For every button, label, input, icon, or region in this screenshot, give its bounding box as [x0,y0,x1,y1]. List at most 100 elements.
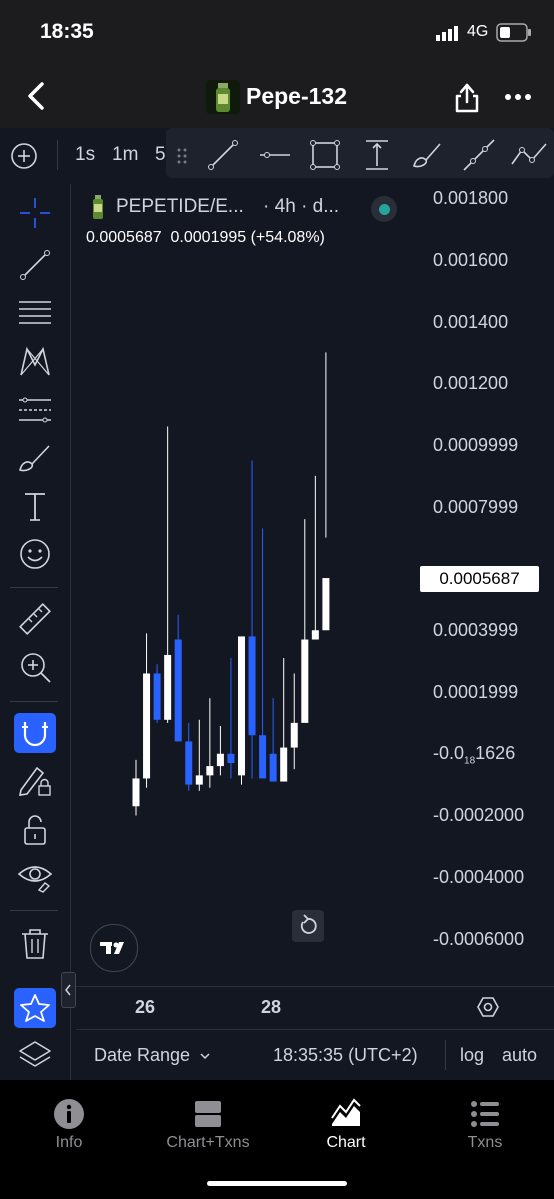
ray-icon[interactable] [462,138,496,172]
rectangle-icon[interactable] [308,138,342,172]
sidebar-divider [10,910,58,911]
log-scale-toggle[interactable]: log [460,1045,484,1066]
candle-body [153,673,161,720]
candle-body [238,636,245,776]
candle-body [322,578,330,631]
settings-icon[interactable] [477,996,499,1018]
candle-body [216,753,224,767]
candle-body [248,636,256,736]
magnet-icon [22,722,48,747]
trash-icon[interactable] [17,925,53,961]
date-range-dropdown[interactable]: Date Range [94,1045,211,1066]
tab-label: Info [55,1134,83,1151]
y-tick: -0.0004000 [433,867,525,887]
chart-icon [331,1098,361,1126]
projection-icon[interactable] [17,392,53,428]
brush-icon[interactable] [410,138,446,172]
candle-body [185,741,193,785]
add-indicator-icon[interactable] [10,142,38,170]
ruler-icon[interactable] [17,601,53,637]
timeframe-1m[interactable]: 1m [112,144,138,166]
candle-body [280,747,288,782]
tab-chart-txns[interactable]: Chart+Txns [148,1080,268,1170]
eye-icon[interactable] [17,858,53,894]
y-tick: -0.0006000 [433,929,525,949]
pattern-icon[interactable] [17,343,53,379]
candle-body [311,630,319,640]
fib-channel-icon[interactable] [17,295,53,331]
tab-chart[interactable]: Chart [286,1080,406,1170]
chevron-left-icon [65,984,71,996]
home-indicator [207,1181,347,1186]
last-price-label: 0.0005687 [420,566,539,592]
x-tick: 28 [261,997,282,1017]
back-icon[interactable] [22,78,52,114]
more-icon[interactable] [504,92,532,102]
candlestick-plot[interactable] [76,184,426,984]
candle-body [301,639,309,723]
layers-icon[interactable] [17,1038,53,1074]
y-tick: 0.0007999 [433,497,519,517]
auto-scale-toggle[interactable]: auto [502,1045,537,1066]
tab-label: Chart [326,1134,366,1151]
brush-icon[interactable] [17,440,53,476]
y-tick: 0.001400 [433,312,509,332]
tab-txns[interactable]: Txns [425,1080,545,1170]
bottle-icon [206,80,240,114]
candle-body [174,639,182,742]
reset-view-button[interactable] [292,910,324,942]
tab-info[interactable]: Info [9,1080,129,1170]
star-icon [20,994,50,1022]
drag-handle-icon[interactable] [176,146,188,166]
trend-line-icon[interactable] [17,247,53,283]
y-tick: 0.001600 [433,250,509,270]
lock-drawing-icon[interactable] [17,762,53,798]
signal-icon [436,26,458,41]
candle-body [259,735,267,779]
y-tick: 0.0009999 [433,435,519,455]
toolbar-divider [57,140,58,170]
info-icon [54,1099,84,1129]
favorites-button[interactable] [14,988,56,1028]
tradingview-logo[interactable] [90,924,138,972]
x-tick: 26 [135,997,156,1017]
timeframe-1s[interactable]: 1s [75,144,95,166]
horizontal-line-icon[interactable] [258,138,292,172]
trend-line-icon[interactable] [206,138,240,172]
emoji-icon[interactable] [17,536,53,572]
sidebar-collapse-button[interactable] [61,972,76,1008]
timezone-clock[interactable]: 18:35:35 (UTC+2) [273,1045,418,1066]
sidebar-divider [10,701,58,702]
token-title: Pepe-132 [246,83,348,109]
sidebar-divider [10,587,58,588]
candle-body [206,766,214,776]
tab-label: Txns [467,1134,503,1151]
candle-body [290,722,298,748]
tradingview-icon [100,942,124,954]
candle-body [227,753,235,764]
date-range-label: Date Range [94,1045,191,1065]
split-icon [195,1101,221,1127]
share-icon[interactable] [452,80,482,114]
path-icon[interactable] [510,138,548,172]
candle-body [164,654,172,720]
y-tick: 0.001800 [433,188,509,208]
y-tick: 0.001200 [433,373,509,393]
zoom-in-icon[interactable] [17,649,53,685]
y-tick: 0.0003999 [433,620,519,640]
text-icon[interactable] [17,488,53,524]
candle-body [269,753,277,782]
network-label: 4G [467,23,489,40]
magnet-button[interactable] [14,713,56,753]
timeframe-5[interactable]: 5 [155,144,166,166]
y-tick-small: -0.0181626 [433,743,515,767]
y-tick-main: -0.0 [433,743,465,763]
y-tick: 0.0001999 [433,682,519,702]
crosshair-icon[interactable] [17,195,53,231]
y-tick: -0.0002000 [433,805,525,825]
y-tick-tail: 1626 [475,743,516,763]
status-time: 18:35 [40,20,94,43]
candle-body [195,775,203,785]
unlock-icon[interactable] [17,812,53,848]
measure-icon[interactable] [360,138,394,172]
